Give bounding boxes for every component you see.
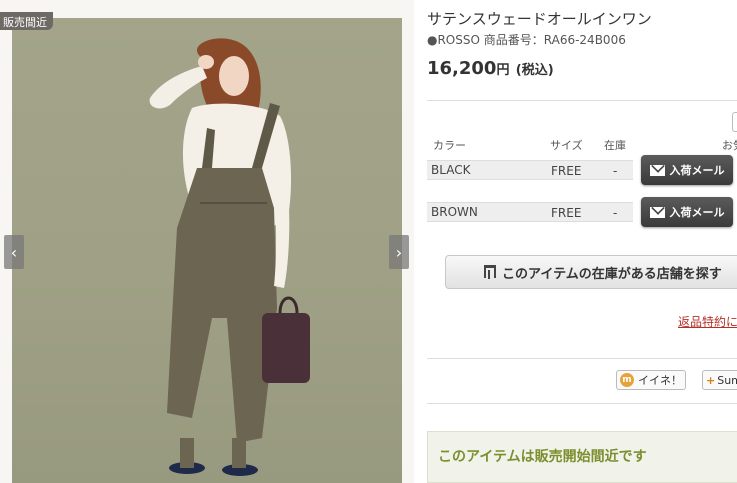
quantity-box[interactable] (732, 112, 737, 132)
product-info-panel: サテンスウェードオールインワン ●ROSSO 商品番号：RA66-24B006 … (414, 0, 737, 483)
store-icon (484, 265, 496, 279)
row-stock: - (613, 206, 618, 220)
row-color: BLACK (431, 163, 471, 177)
column-header-stock: 在庫 (604, 139, 626, 152)
release-notice: このアイテムは販売開始間近です (427, 431, 737, 483)
product-meta: ●ROSSO 商品番号：RA66-24B006 (427, 31, 626, 48)
envelope-icon (649, 206, 665, 218)
restock-mail-button[interactable]: 入荷メール (641, 197, 733, 227)
like-label: イイネ！ (638, 374, 682, 387)
column-header-size: サイズ (550, 139, 583, 152)
find-store-button[interactable]: このアイテムの在庫がある店舗を探す (445, 255, 737, 289)
restock-mail-label: 入荷メール (669, 164, 725, 177)
divider (427, 358, 737, 359)
restock-mail-label: 入荷メール (669, 206, 725, 219)
row-stock: - (613, 164, 618, 178)
envelope-icon (649, 164, 665, 176)
like-icon: m (620, 373, 634, 387)
column-header-color: カラー (433, 139, 466, 152)
brand-name[interactable]: ●ROSSO (427, 33, 480, 47)
divider (427, 403, 737, 404)
sum-label: Sum (717, 373, 737, 387)
model-illustration (149, 38, 310, 476)
plus-icon: + (706, 373, 716, 387)
return-policy-link[interactable]: 返品特約に (678, 313, 737, 330)
product-code: 商品番号：RA66-24B006 (483, 33, 626, 47)
sum-button[interactable]: + Sum (702, 370, 737, 390)
find-store-label: このアイテムの在庫がある店舗を探す (502, 266, 722, 282)
product-photo[interactable] (12, 18, 402, 483)
next-image-button[interactable]: › (389, 235, 409, 269)
product-title: サテンスウェードオールインワン (427, 10, 652, 28)
price-currency: 円 (496, 63, 510, 78)
prev-image-button[interactable]: ‹ (4, 235, 24, 269)
price-value: 16,200 (427, 58, 497, 79)
price-tax-label: (税込) (515, 63, 554, 78)
column-header-favorite: お気 (722, 139, 737, 152)
product-price: 16,200円 (税込) (427, 58, 554, 79)
chevron-right-icon: › (395, 242, 403, 262)
chevron-left-icon: ‹ (10, 242, 18, 262)
divider (427, 100, 737, 101)
row-size: FREE (551, 164, 582, 178)
product-photo-panel: 販売間近 ‹ › (0, 0, 414, 483)
status-badge: 販売間近 (0, 12, 53, 30)
row-size: FREE (551, 206, 582, 220)
like-button[interactable]: m イイネ！ (616, 370, 686, 390)
restock-mail-button[interactable]: 入荷メール (641, 155, 733, 185)
row-color: BROWN (431, 205, 478, 219)
